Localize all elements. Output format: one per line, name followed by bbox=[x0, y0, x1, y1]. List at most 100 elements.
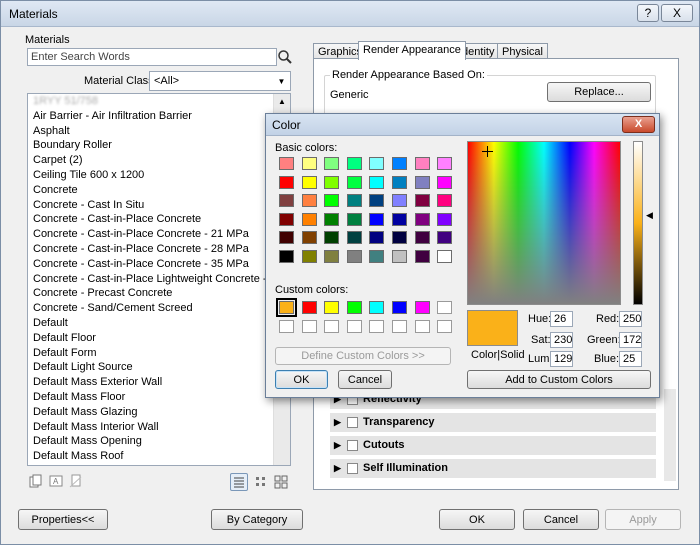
basic-color-swatch[interactable] bbox=[392, 212, 407, 226]
list-item[interactable]: Ceiling Tile 600 x 1200 bbox=[28, 168, 290, 183]
list-item[interactable]: Concrete - Cast-in-Place Concrete - 35 M… bbox=[28, 257, 290, 272]
basic-color-swatch[interactable] bbox=[437, 249, 453, 263]
list-item[interactable]: Concrete bbox=[28, 183, 290, 198]
basic-color-swatch[interactable] bbox=[301, 194, 317, 207]
large-icons-view-icon[interactable] bbox=[272, 473, 290, 491]
basic-color-swatch[interactable] bbox=[392, 194, 407, 207]
list-item[interactable]: Carpet (2) bbox=[28, 153, 290, 168]
green-field[interactable]: 172 bbox=[619, 332, 642, 348]
add-to-custom-colors-button[interactable]: Add to Custom Colors bbox=[467, 370, 651, 389]
rename-material-icon[interactable]: A bbox=[47, 472, 65, 490]
list-item[interactable]: Default Light Source bbox=[28, 360, 290, 375]
list-item[interactable]: Concrete - Cast-in-Place Lightweight Con… bbox=[28, 272, 290, 287]
transparency-checkbox[interactable] bbox=[347, 417, 358, 428]
hue-field[interactable]: 26 bbox=[550, 311, 573, 327]
by-category-button[interactable]: By Category bbox=[211, 509, 303, 530]
list-item[interactable]: Concrete - Cast-in-Place Concrete - 21 M… bbox=[28, 227, 290, 242]
basic-color-swatch[interactable] bbox=[279, 212, 294, 226]
list-item[interactable]: Boundary Roller bbox=[28, 138, 290, 153]
materials-list[interactable]: 1RYY 51/758 Air Barrier - Air Infiltrati… bbox=[27, 93, 291, 466]
section-transparency[interactable]: ▶ Transparency bbox=[330, 412, 656, 432]
lum-field[interactable]: 129 bbox=[550, 351, 573, 367]
color-spectrum[interactable] bbox=[467, 141, 621, 305]
custom-color-swatch[interactable] bbox=[346, 301, 362, 314]
basic-color-swatch[interactable] bbox=[414, 175, 430, 189]
basic-color-swatch[interactable] bbox=[414, 212, 430, 226]
cancel-button[interactable]: Cancel bbox=[523, 509, 599, 530]
properties-toggle-button[interactable]: Properties<< bbox=[18, 509, 108, 530]
list-item[interactable]: Concrete - Cast In Situ bbox=[28, 198, 290, 213]
basic-color-swatch[interactable] bbox=[346, 157, 362, 170]
list-item[interactable]: Concrete - Cast-in-Place Concrete - 28 M… bbox=[28, 242, 290, 257]
custom-color-swatch[interactable] bbox=[301, 301, 317, 314]
basic-color-swatch[interactable] bbox=[279, 194, 294, 207]
basic-color-swatch[interactable] bbox=[324, 231, 340, 244]
blue-field[interactable]: 25 bbox=[619, 351, 642, 367]
list-item[interactable]: Asphalt bbox=[28, 124, 290, 139]
basic-color-swatch[interactable] bbox=[346, 249, 362, 263]
custom-color-swatch[interactable] bbox=[301, 319, 317, 333]
basic-color-swatch[interactable] bbox=[392, 231, 407, 244]
basic-color-swatch[interactable] bbox=[392, 157, 407, 170]
custom-color-swatch[interactable] bbox=[369, 319, 385, 333]
basic-color-swatch[interactable] bbox=[301, 231, 317, 244]
basic-color-swatch[interactable] bbox=[392, 249, 407, 263]
list-item[interactable]: Default Mass Opening bbox=[28, 434, 290, 449]
basic-color-swatch[interactable] bbox=[437, 231, 453, 244]
replace-button[interactable]: Replace... bbox=[547, 82, 651, 102]
duplicate-material-icon[interactable] bbox=[27, 472, 45, 490]
basic-color-swatch[interactable] bbox=[369, 175, 385, 189]
custom-color-swatch[interactable] bbox=[369, 301, 385, 314]
basic-color-swatch[interactable] bbox=[437, 175, 453, 189]
basic-color-swatch[interactable] bbox=[414, 231, 430, 244]
help-button[interactable]: ? bbox=[637, 4, 659, 22]
basic-color-swatch[interactable] bbox=[414, 249, 430, 263]
basic-color-swatch[interactable] bbox=[369, 157, 385, 170]
custom-color-swatch[interactable] bbox=[392, 319, 407, 333]
red-field[interactable]: 250 bbox=[619, 311, 642, 327]
custom-color-swatch[interactable] bbox=[346, 319, 362, 333]
luminosity-slider[interactable] bbox=[633, 141, 643, 305]
basic-color-swatch[interactable] bbox=[369, 194, 385, 207]
basic-color-swatch[interactable] bbox=[324, 194, 340, 207]
basic-color-swatch[interactable] bbox=[301, 157, 317, 170]
basic-color-swatch[interactable] bbox=[279, 175, 294, 189]
basic-color-swatch[interactable] bbox=[279, 231, 294, 244]
custom-color-swatch[interactable] bbox=[437, 319, 453, 333]
cutouts-checkbox[interactable] bbox=[347, 440, 358, 451]
basic-color-swatch[interactable] bbox=[392, 175, 407, 189]
color-ok-button[interactable]: OK bbox=[275, 370, 328, 389]
list-item[interactable]: Air Barrier - Air Infiltration Barrier bbox=[28, 109, 290, 124]
basic-color-swatch[interactable] bbox=[324, 157, 340, 170]
custom-color-swatch[interactable] bbox=[324, 319, 340, 333]
list-item[interactable]: Concrete - Sand/Cement Screed bbox=[28, 301, 290, 316]
custom-color-swatch[interactable] bbox=[276, 298, 297, 317]
define-custom-colors-button[interactable]: Define Custom Colors >> bbox=[275, 347, 451, 365]
basic-color-swatch[interactable] bbox=[301, 212, 317, 226]
custom-color-swatch[interactable] bbox=[279, 319, 294, 333]
list-item[interactable]: Default Mass Roof bbox=[28, 449, 290, 464]
basic-color-swatch[interactable] bbox=[414, 157, 430, 170]
color-dialog-close-button[interactable]: X bbox=[622, 116, 655, 133]
list-item[interactable]: Default Mass Exterior Wall bbox=[28, 375, 290, 390]
list-item[interactable]: Concrete - Cast-in-Place Concrete bbox=[28, 212, 290, 227]
basic-color-swatch[interactable] bbox=[279, 249, 294, 263]
slider-arrow-icon[interactable]: ◀ bbox=[646, 210, 653, 221]
list-item[interactable]: Default Mass Interior Wall bbox=[28, 420, 290, 435]
custom-color-swatch[interactable] bbox=[414, 301, 430, 314]
close-button[interactable]: X bbox=[661, 4, 693, 22]
basic-color-swatch[interactable] bbox=[414, 194, 430, 207]
basic-color-swatch[interactable] bbox=[324, 175, 340, 189]
basic-color-swatch[interactable] bbox=[437, 212, 453, 226]
basic-color-swatch[interactable] bbox=[369, 212, 385, 226]
list-item[interactable]: Default Mass Glazing bbox=[28, 405, 290, 420]
scroll-up-icon[interactable]: ▲ bbox=[274, 94, 290, 110]
color-cancel-button[interactable]: Cancel bbox=[338, 370, 392, 389]
list-item[interactable]: Default Mass Floor bbox=[28, 390, 290, 405]
basic-color-swatch[interactable] bbox=[346, 194, 362, 207]
delete-material-icon[interactable] bbox=[67, 472, 85, 490]
basic-color-swatch[interactable] bbox=[369, 231, 385, 244]
custom-color-swatch[interactable] bbox=[324, 301, 340, 314]
panel-scrollbar[interactable] bbox=[664, 389, 676, 481]
basic-color-swatch[interactable] bbox=[437, 157, 453, 170]
